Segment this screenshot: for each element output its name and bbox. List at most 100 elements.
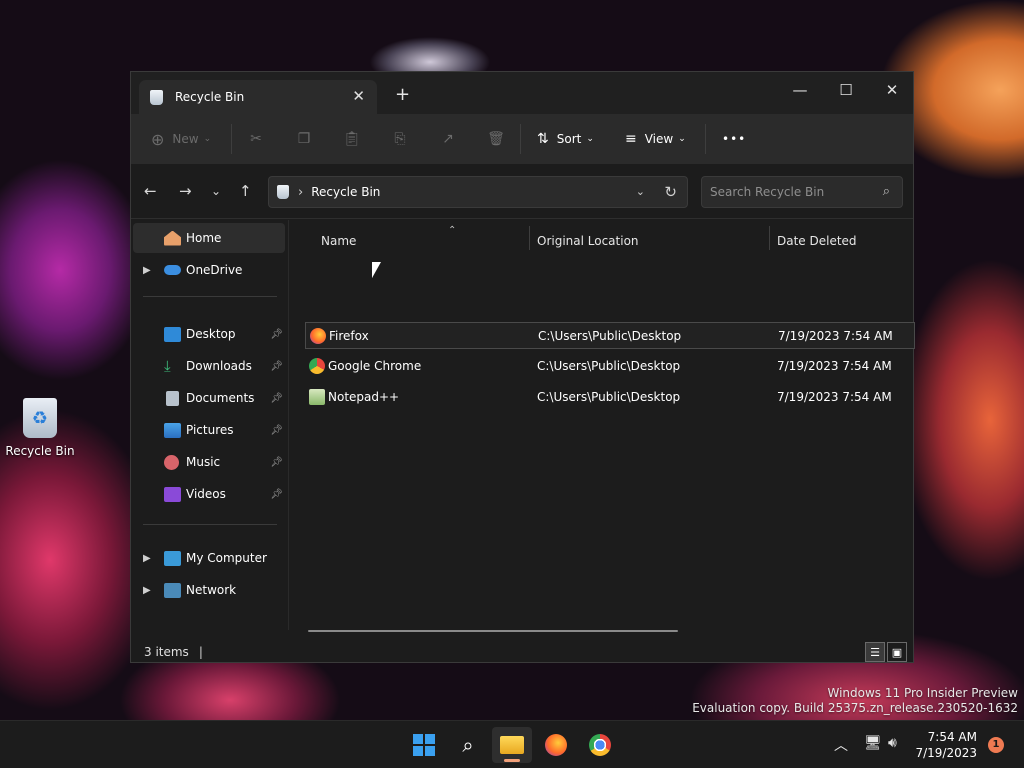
close-tab-icon[interactable]: ✕ [352,87,365,105]
chrome-icon [589,734,611,756]
refresh-icon[interactable]: ↻ [664,183,677,201]
sidebar-item-my-computer[interactable]: ▶ My Computer [133,543,285,573]
chevron-down-icon: ⌄ [203,134,212,144]
column-divider[interactable] [769,226,770,250]
sidebar-item-label: Downloads [186,359,252,373]
column-header-name[interactable]: ⌃ Name [321,225,529,254]
back-arrow-icon[interactable]: ← [144,182,157,200]
sidebar-item-home[interactable]: Home [133,223,285,253]
breadcrumb-recycle-bin[interactable]: Recycle Bin [311,185,380,199]
show-hidden-icons-chevron[interactable]: ︿ [834,735,848,755]
view-button[interactable]: ≡ View ⌄ [625,131,705,147]
taskbar-file-explorer[interactable] [492,727,532,763]
paste-icon[interactable]: 📋︎ [328,131,376,147]
horizontal-scrollbar[interactable] [308,630,678,632]
forward-arrow-icon[interactable]: → [179,182,192,200]
thumbnails-view-icon[interactable]: ▣ [887,642,907,662]
table-row[interactable]: Notepad++ C:\Users\Public\Desktop 7/19/2… [305,384,915,411]
new-label: New [172,132,199,146]
rename-icon[interactable]: ⎘ [376,131,424,147]
file-original-location: C:\Users\Public\Desktop [538,329,682,343]
table-row[interactable]: Firefox C:\Users\Public\Desktop 7/19/202… [305,322,915,349]
file-list: ⌃ Name Original Location Date Deleted Fi… [289,220,915,632]
copy-icon[interactable]: ❐ [280,131,328,147]
notification-badge[interactable]: 1 [988,737,1004,753]
search-button[interactable]: ⌕ [448,727,488,763]
notepad-plus-plus-icon [309,389,325,405]
evaluation-watermark: Windows 11 Pro Insider Preview Evaluatio… [692,686,1018,716]
title-bar: Recycle Bin ✕ + — ☐ ✕ [131,72,913,114]
file-name: Notepad++ [328,390,400,404]
file-date-deleted: 7/19/2023 7:54 AM [777,359,892,373]
chevron-right-icon[interactable]: ▶ [143,553,151,564]
recent-locations-chevron-icon[interactable]: ⌄ [211,184,221,198]
search-icon: ⌕ [462,733,474,757]
file-original-location: C:\Users\Public\Desktop [537,359,681,373]
sidebar-item-desktop[interactable]: Desktop 📌︎ [133,319,285,349]
close-window-button[interactable]: ✕ [869,76,915,104]
sidebar-item-pictures[interactable]: Pictures 📌︎ [133,415,285,445]
home-icon [164,230,181,246]
system-clock[interactable]: 7:54 AM 7/19/2023 [915,729,977,761]
delete-icon[interactable]: 🗑︎ [472,131,520,147]
sort-button[interactable]: ⇅ Sort ⌄ [537,131,611,147]
breadcrumb-chevron-icon[interactable]: › [298,185,303,200]
sidebar-item-onedrive[interactable]: ▶ OneDrive [133,255,285,285]
sort-label: Sort [556,132,582,146]
tab-recycle-bin[interactable]: Recycle Bin ✕ [139,80,377,114]
address-bar-row: ← → ⌄ ↑ › Recycle Bin ⌄ ↻ ⌕ [131,164,913,219]
sidebar-item-label: My Computer [186,551,267,565]
sidebar-item-label: Desktop [186,327,236,341]
maximize-button[interactable]: ☐ [823,76,869,104]
network-status-icon[interactable]: 🖥︎ [864,735,882,751]
column-header-original-location[interactable]: Original Location [537,228,767,254]
chevron-right-icon[interactable]: ▶ [143,265,151,276]
sidebar-item-label: Pictures [186,423,234,437]
search-box[interactable]: ⌕ [701,176,903,208]
layout-toggle: ☰ ▣ [865,642,907,662]
new-button[interactable]: ⊕ New ⌄ [151,130,231,149]
recycle-bin-icon: ♻ [23,398,57,438]
file-name: Google Chrome [328,359,422,373]
watermark-line-2: Evaluation copy. Build 25375.zn_release.… [692,701,1018,715]
sidebar-item-downloads[interactable]: ⤓ Downloads 📌︎ [133,351,285,381]
sidebar-item-videos[interactable]: Videos 📌︎ [133,479,285,509]
recycle-bin-icon [150,89,163,105]
cloud-icon [164,265,181,275]
address-bar[interactable]: › Recycle Bin ⌄ ↻ [268,176,688,208]
tab-title: Recycle Bin [175,90,245,104]
new-tab-button[interactable]: + [395,84,410,105]
desktop-recycle-bin-icon[interactable]: ♻ Recycle Bin [4,398,76,458]
cut-icon[interactable]: ✂ [232,131,280,147]
search-icon[interactable]: ⌕ [883,184,890,199]
column-divider[interactable] [529,226,530,250]
file-date-deleted: 7/19/2023 7:54 AM [778,329,893,343]
table-row[interactable]: Google Chrome C:\Users\Public\Desktop 7/… [305,353,915,380]
taskbar-firefox[interactable] [536,727,576,763]
sidebar-item-label: Videos [186,487,226,501]
search-input[interactable] [710,185,870,199]
minimize-button[interactable]: — [777,76,823,104]
sidebar-item-documents[interactable]: Documents 📌︎ [133,383,285,413]
up-arrow-icon[interactable]: ↑ [239,182,252,200]
recycle-bin-icon [277,185,289,199]
more-options-button[interactable]: ••• [722,132,746,146]
sidebar-item-network[interactable]: ▶ Network [133,575,285,605]
file-date-deleted: 7/19/2023 7:54 AM [777,390,892,404]
sidebar-item-music[interactable]: Music 📌︎ [133,447,285,477]
video-icon [164,486,181,502]
share-icon[interactable]: ↗ [424,131,472,147]
view-icon: ≡ [625,131,637,147]
volume-icon[interactable]: 🔊︎ [888,735,897,751]
column-header-date-deleted[interactable]: Date Deleted [777,228,907,254]
chevron-right-icon[interactable]: ▶ [143,585,151,596]
taskbar-chrome[interactable] [580,727,620,763]
address-dropdown-icon[interactable]: ⌄ [636,185,645,198]
details-view-icon[interactable]: ☰ [865,642,885,662]
pictures-icon [164,422,181,438]
watermark-line-1: Windows 11 Pro Insider Preview [827,686,1018,700]
pin-icon: 📌︎ [270,488,283,500]
start-button[interactable] [404,727,444,763]
view-label: View [644,132,674,146]
pin-icon: 📌︎ [270,328,283,340]
